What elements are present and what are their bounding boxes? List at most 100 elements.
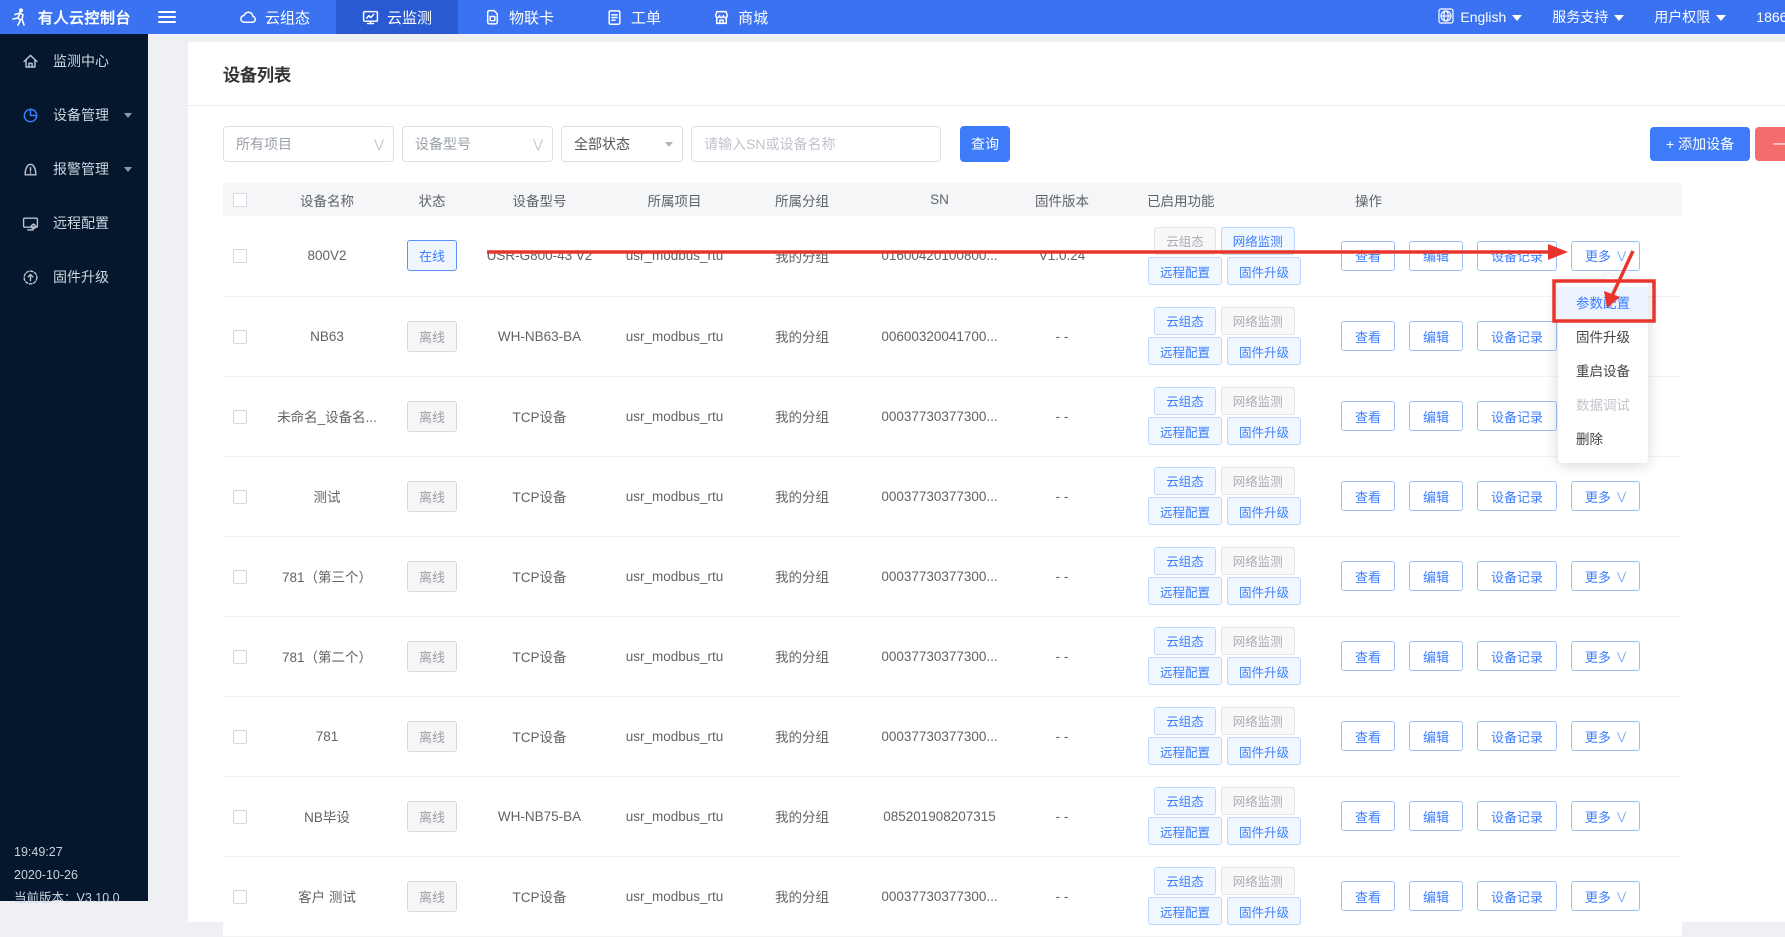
sidebar-item-3[interactable]: 报警管理 bbox=[0, 142, 148, 196]
topbar-nav: 云组态云监测物联卡工单商城 bbox=[214, 0, 794, 34]
edit-button[interactable]: 编辑 bbox=[1409, 561, 1463, 591]
topbar-nav-item-5[interactable]: 商城 bbox=[687, 0, 794, 34]
row-actions: 查看编辑设备记录更多⋁ bbox=[1337, 696, 1682, 776]
column-header: 操作 bbox=[1337, 183, 1682, 216]
account-number[interactable]: 186608 bbox=[1756, 9, 1785, 25]
chevron-down-icon bbox=[1512, 15, 1522, 21]
topbar-nav-item-1[interactable]: 云组态 bbox=[214, 0, 336, 34]
model-select[interactable]: 设备型号 ⋁ bbox=[402, 126, 553, 162]
feature-tag: 云组态 bbox=[1154, 307, 1216, 335]
action-button-label: 编辑 bbox=[1423, 487, 1449, 506]
action-button-label: 设备记录 bbox=[1491, 487, 1543, 506]
more-button[interactable]: 更多⋁ bbox=[1571, 721, 1640, 751]
more-button[interactable]: 更多⋁ bbox=[1571, 881, 1640, 911]
edit-button[interactable]: 编辑 bbox=[1409, 401, 1463, 431]
device-record-button[interactable]: 设备记录 bbox=[1477, 401, 1557, 431]
more-menu-item[interactable]: 删除 bbox=[1558, 423, 1648, 457]
select-all-checkbox[interactable] bbox=[233, 193, 247, 207]
more-button[interactable]: 更多⋁ bbox=[1571, 481, 1640, 511]
view-button[interactable]: 查看 bbox=[1341, 321, 1395, 351]
support-menu[interactable]: 服务支持 bbox=[1552, 7, 1624, 27]
row-checkbox[interactable] bbox=[233, 330, 247, 344]
device-record-button[interactable]: 设备记录 bbox=[1477, 801, 1557, 831]
device-sn: 00037730377300... bbox=[867, 376, 1012, 456]
more-menu-item[interactable]: 参数配置 bbox=[1558, 287, 1648, 321]
row-checkbox[interactable] bbox=[233, 810, 247, 824]
view-button[interactable]: 查看 bbox=[1341, 881, 1395, 911]
device-record-button[interactable]: 设备记录 bbox=[1477, 481, 1557, 511]
topbar-nav-item-4[interactable]: 工单 bbox=[580, 0, 687, 34]
edit-button[interactable]: 编辑 bbox=[1409, 881, 1463, 911]
firmware-upgrade-icon bbox=[22, 269, 39, 286]
device-record-button[interactable]: 设备记录 bbox=[1477, 241, 1557, 271]
device-model: USR-G800-43 V2 bbox=[467, 216, 612, 296]
permissions-menu[interactable]: 用户权限 bbox=[1654, 7, 1726, 27]
device-name: 未命名_设备名... bbox=[257, 376, 397, 456]
hamburger-menu-icon[interactable] bbox=[158, 8, 176, 26]
row-checkbox[interactable] bbox=[233, 490, 247, 504]
device-project: usr_modbus_rtu bbox=[612, 696, 737, 776]
device-model: TCP设备 bbox=[467, 456, 612, 536]
more-button[interactable]: 更多⋁ bbox=[1571, 801, 1640, 831]
device-record-button[interactable]: 设备记录 bbox=[1477, 881, 1557, 911]
more-button[interactable]: 更多⋁ bbox=[1571, 641, 1640, 671]
device-sn: 01600420100800... bbox=[867, 216, 1012, 296]
chevron-down-icon bbox=[124, 113, 132, 118]
project-select[interactable]: 所有项目 ⋁ bbox=[223, 126, 394, 162]
edit-button[interactable]: 编辑 bbox=[1409, 321, 1463, 351]
feature-tag: 远程配置 bbox=[1148, 577, 1222, 605]
device-record-button[interactable]: 设备记录 bbox=[1477, 641, 1557, 671]
app-title: 有人云控制台 bbox=[38, 7, 131, 28]
row-checkbox[interactable] bbox=[233, 730, 247, 744]
sidebar-item-1[interactable]: 监测中心 bbox=[0, 34, 148, 88]
view-button[interactable]: 查看 bbox=[1341, 401, 1395, 431]
edit-button[interactable]: 编辑 bbox=[1409, 241, 1463, 271]
chevron-down-icon bbox=[1716, 15, 1726, 21]
sidebar-item-4[interactable]: 远程配置 bbox=[0, 196, 148, 250]
view-button[interactable]: 查看 bbox=[1341, 481, 1395, 511]
more-menu-item[interactable]: 重启设备 bbox=[1558, 355, 1648, 389]
more-menu-item[interactable]: 固件升级 bbox=[1558, 321, 1648, 355]
row-checkbox[interactable] bbox=[233, 249, 247, 263]
view-button[interactable]: 查看 bbox=[1341, 641, 1395, 671]
view-button[interactable]: 查看 bbox=[1341, 561, 1395, 591]
status-select[interactable]: 全部状态 bbox=[561, 126, 683, 162]
search-input[interactable] bbox=[691, 126, 941, 162]
more-button[interactable]: 更多⋁ bbox=[1571, 561, 1640, 591]
device-name: 测试 bbox=[257, 456, 397, 536]
row-checkbox[interactable] bbox=[233, 890, 247, 904]
feature-tag: 远程配置 bbox=[1148, 257, 1222, 285]
device-project: usr_modbus_rtu bbox=[612, 456, 737, 536]
pie-chart-icon bbox=[22, 107, 39, 124]
alarm-bell-icon bbox=[22, 161, 39, 178]
device-table: 设备名称状态设备型号所属项目所属分组SN固件版本已启用功能操作 800V2在线U… bbox=[223, 183, 1682, 937]
edit-button[interactable]: 编辑 bbox=[1409, 721, 1463, 751]
topbar-nav-item-3[interactable]: 物联卡 bbox=[458, 0, 580, 34]
row-checkbox[interactable] bbox=[233, 650, 247, 664]
row-checkbox[interactable] bbox=[233, 410, 247, 424]
add-device-button[interactable]: + 添加设备 bbox=[1650, 127, 1750, 161]
row-checkbox[interactable] bbox=[233, 570, 247, 584]
feature-tag: 远程配置 bbox=[1148, 497, 1222, 525]
device-record-button[interactable]: 设备记录 bbox=[1477, 561, 1557, 591]
sidebar-item-2[interactable]: 设备管理 bbox=[0, 88, 148, 142]
sidebar-item-5[interactable]: 固件升级 bbox=[0, 250, 148, 304]
view-button[interactable]: 查看 bbox=[1341, 801, 1395, 831]
language-switcher[interactable]: English bbox=[1438, 8, 1522, 27]
delete-device-button[interactable]: — bbox=[1755, 127, 1785, 161]
edit-button[interactable]: 编辑 bbox=[1409, 481, 1463, 511]
view-button[interactable]: 查看 bbox=[1341, 241, 1395, 271]
more-button[interactable]: 更多⋁ bbox=[1571, 241, 1640, 271]
column-header: 已启用功能 bbox=[1112, 183, 1337, 216]
edit-button[interactable]: 编辑 bbox=[1409, 801, 1463, 831]
device-record-button[interactable]: 设备记录 bbox=[1477, 721, 1557, 751]
feature-tag: 云组态 bbox=[1154, 627, 1216, 655]
chevron-down-icon bbox=[1614, 15, 1624, 21]
query-button[interactable]: 查询 bbox=[960, 126, 1010, 162]
device-record-button[interactable]: 设备记录 bbox=[1477, 321, 1557, 351]
edit-button[interactable]: 编辑 bbox=[1409, 641, 1463, 671]
view-button[interactable]: 查看 bbox=[1341, 721, 1395, 751]
action-button-label: 编辑 bbox=[1423, 647, 1449, 666]
table-header-row: 设备名称状态设备型号所属项目所属分组SN固件版本已启用功能操作 bbox=[223, 183, 1682, 216]
topbar-nav-item-2[interactable]: 云监测 bbox=[336, 0, 458, 34]
